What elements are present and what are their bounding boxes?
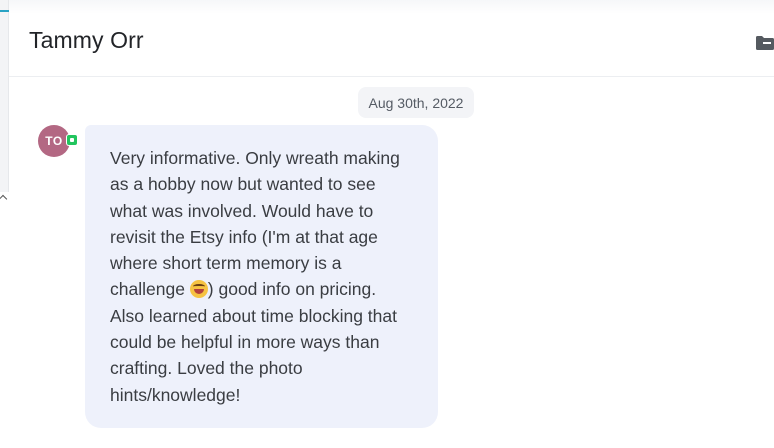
laughing-face-emoji-icon xyxy=(189,280,208,299)
sidebar-lower-panel xyxy=(0,192,9,448)
sidebar-accent-line xyxy=(0,10,9,12)
chat-area: Aug 30th, 2022 TO Very informative. Only… xyxy=(9,78,774,448)
avatar-initials: TO xyxy=(45,134,63,148)
header-shadow xyxy=(9,0,774,14)
channel-badge-icon xyxy=(66,134,78,146)
left-sidebar-edge xyxy=(0,0,9,448)
message-bubble: Very informative. Only wreath making as … xyxy=(85,125,438,428)
folder-icon[interactable] xyxy=(756,36,774,50)
contact-name: Tammy Orr xyxy=(29,27,144,53)
date-separator: Aug 30th, 2022 xyxy=(358,87,474,118)
message-text-part-1: Very informative. Only wreath making as … xyxy=(110,148,400,300)
